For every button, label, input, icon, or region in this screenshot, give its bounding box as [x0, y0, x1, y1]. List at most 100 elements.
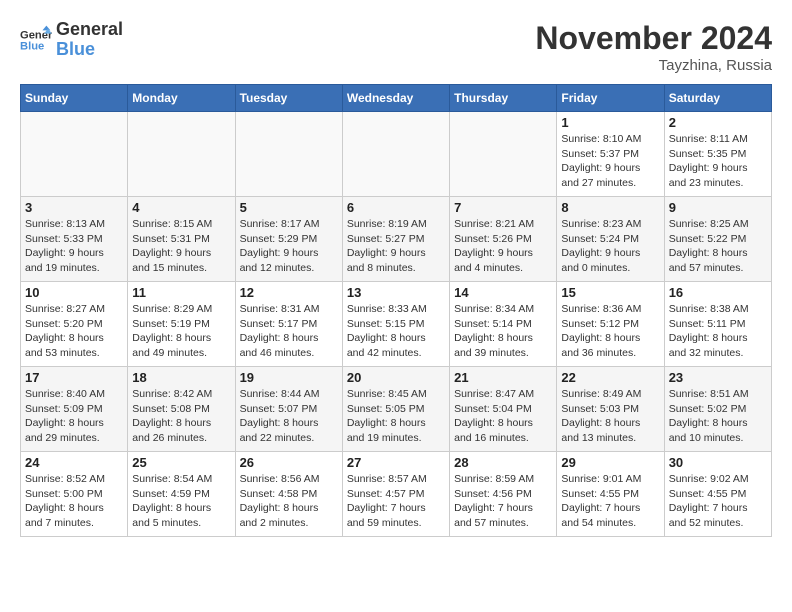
day-number: 26 [240, 455, 338, 470]
day-number: 5 [240, 200, 338, 215]
logo-text-line1: General [56, 20, 123, 40]
table-row [342, 112, 449, 197]
table-row: 22Sunrise: 8:49 AM Sunset: 5:03 PM Dayli… [557, 367, 664, 452]
month-title: November 2024 [535, 20, 772, 57]
table-row: 25Sunrise: 8:54 AM Sunset: 4:59 PM Dayli… [128, 452, 235, 537]
table-row: 30 Sunrise: 9:02 AM Sunset: 4:55 PM Dayli… [664, 452, 771, 537]
table-row: 2Sunrise: 8:11 AM Sunset: 5:35 PM Daylig… [664, 112, 771, 197]
calendar-week-2: 3 Sunrise: 8:13 AM Sunset: 5:33 PM Daylig… [21, 197, 772, 282]
table-row: 5 Sunrise: 8:17 AM Sunset: 5:29 PM Daylig… [235, 197, 342, 282]
table-row: 24 Sunrise: 8:52 AM Sunset: 5:00 PM Dayli… [21, 452, 128, 537]
calendar-week-1: 1 Sunrise: 8:10 AM Sunset: 5:37 PM Daylig… [21, 112, 772, 197]
header-sunday: Sunday [21, 85, 128, 112]
header-monday: Monday [128, 85, 235, 112]
table-row: 20 Sunrise: 8:45 AM Sunset: 5:05 PM Dayli… [342, 367, 449, 452]
table-row: 18 Sunrise: 8:42 AM Sunset: 5:08 PM Dayli… [128, 367, 235, 452]
day-number: 17 [25, 370, 123, 385]
day-info: Sunrise: 9:02 AM Sunset: 4:55 PM Dayligh… [669, 472, 767, 531]
calendar-table: Sunday Monday Tuesday Wednesday Thursday… [20, 84, 772, 537]
day-number: 8 [561, 200, 659, 215]
day-info: Sunrise: 8:25 AM Sunset: 5:22 PM Dayligh… [669, 217, 767, 276]
table-row: 10 Sunrise: 8:27 AM Sunset: 5:20 PM Dayli… [21, 282, 128, 367]
day-number: 20 [347, 370, 445, 385]
table-row: 19 Sunrise: 8:44 AM Sunset: 5:07 PM Dayli… [235, 367, 342, 452]
day-number: 15 [561, 285, 659, 300]
day-info: Sunrise: 8:44 AM Sunset: 5:07 PM Dayligh… [240, 387, 338, 446]
table-row [128, 112, 235, 197]
location: Tayzhina, Russia [535, 57, 772, 74]
table-row: 4 Sunrise: 8:15 AM Sunset: 5:31 PM Daylig… [128, 197, 235, 282]
table-row: 29 Sunrise: 9:01 AM Sunset: 4:55 PM Dayli… [557, 452, 664, 537]
day-info: Sunrise: 8:34 AM Sunset: 5:14 PM Dayligh… [454, 302, 552, 361]
day-info: Sunrise: 8:56 AM Sunset: 4:58 PM Dayligh… [240, 472, 338, 531]
day-number: 28 [454, 455, 552, 470]
day-info: Sunrise: 8:15 AM Sunset: 5:31 PM Dayligh… [132, 217, 230, 276]
table-row: 14 Sunrise: 8:34 AM Sunset: 5:14 PM Dayli… [450, 282, 557, 367]
day-info: Sunrise: 8:11 AM Sunset: 5:35 PM Dayligh… [669, 132, 767, 191]
table-row: 23Sunrise: 8:51 AM Sunset: 5:02 PM Dayli… [664, 367, 771, 452]
day-number: 16 [669, 285, 767, 300]
day-info: Sunrise: 8:57 AM Sunset: 4:57 PM Dayligh… [347, 472, 445, 531]
day-info: Sunrise: 8:33 AM Sunset: 5:15 PM Dayligh… [347, 302, 445, 361]
day-info: Sunrise: 8:36 AM Sunset: 5:12 PM Dayligh… [561, 302, 659, 361]
header-saturday: Saturday [664, 85, 771, 112]
day-number: 22 [561, 370, 659, 385]
day-number: 11 [132, 285, 230, 300]
table-row: 6 Sunrise: 8:19 AM Sunset: 5:27 PM Daylig… [342, 197, 449, 282]
calendar-week-3: 10 Sunrise: 8:27 AM Sunset: 5:20 PM Dayli… [21, 282, 772, 367]
calendar-week-4: 17Sunrise: 8:40 AM Sunset: 5:09 PM Dayli… [21, 367, 772, 452]
day-info: Sunrise: 8:47 AM Sunset: 5:04 PM Dayligh… [454, 387, 552, 446]
title-section: November 2024 Tayzhina, Russia [535, 20, 772, 74]
header-thursday: Thursday [450, 85, 557, 112]
header-wednesday: Wednesday [342, 85, 449, 112]
table-row: 8Sunrise: 8:23 AM Sunset: 5:24 PM Daylig… [557, 197, 664, 282]
day-number: 12 [240, 285, 338, 300]
day-info: Sunrise: 8:38 AM Sunset: 5:11 PM Dayligh… [669, 302, 767, 361]
day-info: Sunrise: 8:51 AM Sunset: 5:02 PM Dayligh… [669, 387, 767, 446]
day-info: Sunrise: 8:54 AM Sunset: 4:59 PM Dayligh… [132, 472, 230, 531]
day-number: 3 [25, 200, 123, 215]
day-info: Sunrise: 8:19 AM Sunset: 5:27 PM Dayligh… [347, 217, 445, 276]
day-number: 13 [347, 285, 445, 300]
day-info: Sunrise: 8:10 AM Sunset: 5:37 PM Dayligh… [561, 132, 659, 191]
day-number: 10 [25, 285, 123, 300]
logo-icon: General Blue [20, 24, 52, 56]
day-number: 9 [669, 200, 767, 215]
table-row: 17Sunrise: 8:40 AM Sunset: 5:09 PM Dayli… [21, 367, 128, 452]
table-row: 12 Sunrise: 8:31 AM Sunset: 5:17 PM Dayli… [235, 282, 342, 367]
day-number: 4 [132, 200, 230, 215]
day-number: 24 [25, 455, 123, 470]
day-info: Sunrise: 8:59 AM Sunset: 4:56 PM Dayligh… [454, 472, 552, 531]
day-number: 21 [454, 370, 552, 385]
day-info: Sunrise: 8:31 AM Sunset: 5:17 PM Dayligh… [240, 302, 338, 361]
day-info: Sunrise: 8:52 AM Sunset: 5:00 PM Dayligh… [25, 472, 123, 531]
header-tuesday: Tuesday [235, 85, 342, 112]
table-row [450, 112, 557, 197]
day-info: Sunrise: 8:13 AM Sunset: 5:33 PM Dayligh… [25, 217, 123, 276]
table-row: 26 Sunrise: 8:56 AM Sunset: 4:58 PM Dayli… [235, 452, 342, 537]
day-info: Sunrise: 9:01 AM Sunset: 4:55 PM Dayligh… [561, 472, 659, 531]
table-row: 28 Sunrise: 8:59 AM Sunset: 4:56 PM Dayli… [450, 452, 557, 537]
day-info: Sunrise: 8:27 AM Sunset: 5:20 PM Dayligh… [25, 302, 123, 361]
calendar-header-row: Sunday Monday Tuesday Wednesday Thursday… [21, 85, 772, 112]
table-row: 15 Sunrise: 8:36 AM Sunset: 5:12 PM Dayli… [557, 282, 664, 367]
logo-text-line2: Blue [56, 40, 123, 60]
day-info: Sunrise: 8:45 AM Sunset: 5:05 PM Dayligh… [347, 387, 445, 446]
header-friday: Friday [557, 85, 664, 112]
day-number: 30 [669, 455, 767, 470]
svg-text:Blue: Blue [20, 40, 44, 52]
day-number: 29 [561, 455, 659, 470]
day-number: 14 [454, 285, 552, 300]
day-info: Sunrise: 8:29 AM Sunset: 5:19 PM Dayligh… [132, 302, 230, 361]
day-info: Sunrise: 8:17 AM Sunset: 5:29 PM Dayligh… [240, 217, 338, 276]
day-number: 27 [347, 455, 445, 470]
day-number: 6 [347, 200, 445, 215]
table-row: 1 Sunrise: 8:10 AM Sunset: 5:37 PM Daylig… [557, 112, 664, 197]
day-number: 7 [454, 200, 552, 215]
table-row: 11 Sunrise: 8:29 AM Sunset: 5:19 PM Dayli… [128, 282, 235, 367]
day-number: 19 [240, 370, 338, 385]
day-number: 1 [561, 115, 659, 130]
table-row: 9 Sunrise: 8:25 AM Sunset: 5:22 PM Daylig… [664, 197, 771, 282]
day-number: 18 [132, 370, 230, 385]
day-info: Sunrise: 8:42 AM Sunset: 5:08 PM Dayligh… [132, 387, 230, 446]
